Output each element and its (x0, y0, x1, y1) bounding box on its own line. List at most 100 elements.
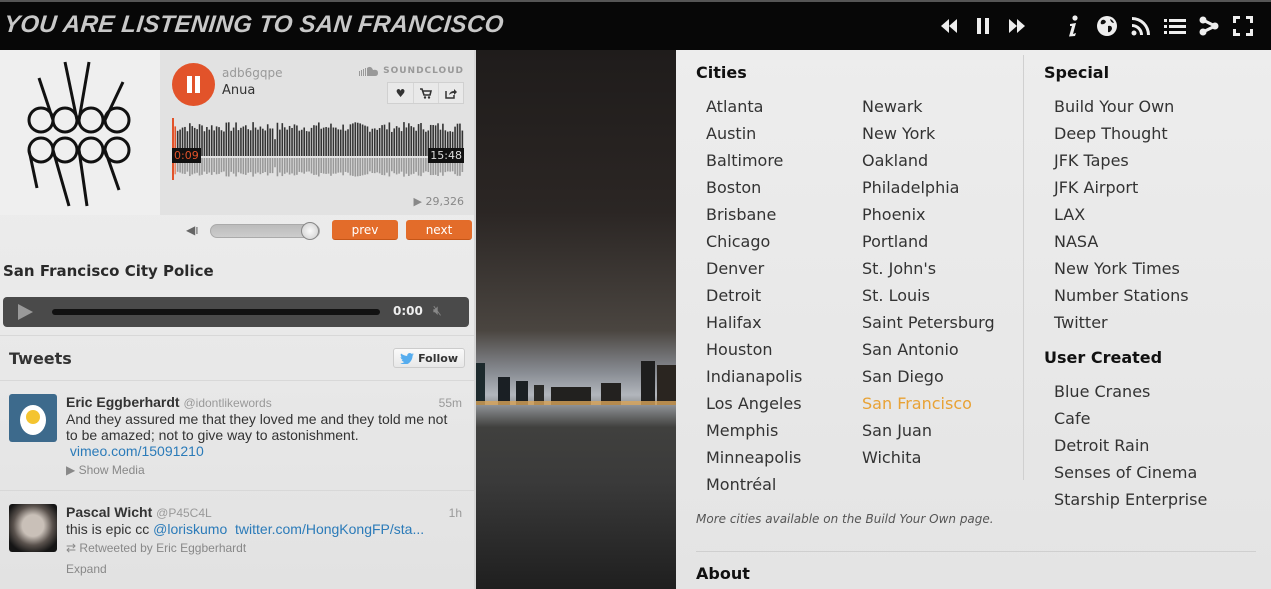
waveform-reflection-bar (386, 158, 388, 173)
info-icon[interactable] (1059, 12, 1087, 40)
special-item-deep-thought[interactable]: Deep Thought (1054, 120, 1189, 147)
special-item-build-your-own[interactable]: Build Your Own (1054, 93, 1189, 120)
waveform-reflection-bar (308, 158, 310, 172)
waveform-bar (313, 125, 315, 156)
city-item-brisbane[interactable]: Brisbane (706, 201, 802, 228)
waveform-reflection-bar (264, 158, 267, 173)
play-icon[interactable] (18, 304, 33, 320)
city-item-wichita[interactable]: Wichita (862, 444, 995, 471)
city-item-denver[interactable]: Denver (706, 255, 802, 282)
city-item-new-york[interactable]: New York (862, 120, 995, 147)
station-menu: Cities Atlanta Austin Baltimore Boston Brisb… (676, 50, 1271, 589)
soundcloud-pause-button[interactable] (172, 63, 215, 106)
waveform-reflection-bar (220, 158, 223, 173)
tweet-link[interactable]: vimeo.com/15091210 (70, 443, 204, 459)
city-item-memphis[interactable]: Memphis (706, 417, 802, 444)
waveform-reflection-bar (393, 158, 396, 174)
city-item-san-antonio[interactable]: San Antonio (862, 336, 995, 363)
user-created-item-senses-of-cinema[interactable]: Senses of Cinema (1054, 459, 1207, 486)
audio-progress-bar[interactable] (52, 309, 380, 315)
follow-button[interactable]: Follow (393, 348, 465, 368)
next-button[interactable]: next (406, 220, 472, 240)
city-item-austin[interactable]: Austin (706, 120, 802, 147)
user-created-item-blue-cranes[interactable]: Blue Cranes (1054, 378, 1207, 405)
like-button[interactable]: ♥ (388, 83, 413, 103)
share-track-button[interactable] (438, 83, 463, 103)
city-item-montr-al[interactable]: Montréal (706, 471, 802, 498)
waveform-bar (332, 127, 335, 156)
tweet-age[interactable]: 1h (449, 506, 462, 520)
tweet-author[interactable]: Pascal Wicht @P45C4L (66, 504, 212, 520)
fast-forward-icon[interactable] (1003, 12, 1031, 40)
waveform-bar (310, 127, 313, 156)
city-item-st-louis[interactable]: St. Louis (862, 282, 995, 309)
waveform-bar (417, 124, 420, 156)
waveform-bar (320, 128, 323, 156)
list-icon[interactable] (1161, 12, 1189, 40)
city-item-newark[interactable]: Newark (862, 93, 995, 120)
author-name: Pascal Wicht (66, 504, 153, 520)
city-item-san-diego[interactable]: San Diego (862, 363, 995, 390)
tweet-age[interactable]: 55m (439, 396, 462, 410)
waveform-reflection-bar (395, 158, 398, 175)
tweet: Pascal Wicht @P45C4L 1h this is epic cc … (0, 490, 474, 589)
twitter-bird-icon (400, 352, 415, 364)
track-title[interactable]: Anua (222, 83, 255, 98)
prev-button[interactable]: prev (332, 220, 398, 240)
globe-icon[interactable] (1093, 12, 1121, 40)
city-item-san-juan[interactable]: San Juan (862, 417, 995, 444)
mute-icon[interactable]: 🔇︎ (433, 303, 442, 319)
rewind-icon[interactable] (935, 12, 963, 40)
city-item-boston[interactable]: Boston (706, 174, 802, 201)
waveform-reflection-bar (318, 158, 320, 177)
avatar[interactable] (9, 394, 57, 442)
city-item-indianapolis[interactable]: Indianapolis (706, 363, 802, 390)
avatar[interactable] (9, 504, 57, 552)
special-item-nasa[interactable]: NASA (1054, 228, 1189, 255)
buy-button[interactable] (413, 83, 438, 103)
special-item-new-york-times[interactable]: New York Times (1054, 255, 1189, 282)
city-item-houston[interactable]: Houston (706, 336, 802, 363)
city-item-baltimore[interactable]: Baltimore (706, 147, 802, 174)
special-item-jfk-airport[interactable]: JFK Airport (1054, 174, 1189, 201)
volume-slider-knob[interactable] (301, 222, 319, 240)
waveform-scrubber[interactable]: 0:09 15:48 (172, 118, 464, 180)
city-item-phoenix[interactable]: Phoenix (862, 201, 995, 228)
waveform-reflection-bar (398, 158, 400, 174)
waveform-bar (359, 123, 361, 156)
soundcloud-logo[interactable]: SOUNDCLOUD (359, 66, 464, 76)
city-item-halifax[interactable]: Halifax (706, 309, 802, 336)
tweet-author[interactable]: Eric Eggberhardt @idontlikewords (66, 394, 272, 410)
city-item-detroit[interactable]: Detroit (706, 282, 802, 309)
rss-icon[interactable] (1127, 12, 1155, 40)
special-item-number-stations[interactable]: Number Stations (1054, 282, 1189, 309)
city-item-los-angeles[interactable]: Los Angeles (706, 390, 802, 417)
city-item-oakland[interactable]: Oakland (862, 147, 995, 174)
fullscreen-icon[interactable] (1229, 12, 1257, 40)
expand-button[interactable]: Expand (66, 562, 107, 576)
city-item-atlanta[interactable]: Atlanta (706, 93, 802, 120)
city-item-portland[interactable]: Portland (862, 228, 995, 255)
city-item-philadelphia[interactable]: Philadelphia (862, 174, 995, 201)
special-item-twitter[interactable]: Twitter (1054, 309, 1189, 336)
player-panel: adb6gqpe Anua SOUNDCLOUD ♥ 0:09 15:48 ▶ … (0, 50, 476, 589)
city-item-st-john-s[interactable]: St. John's (862, 255, 995, 282)
user-created-item-starship-enterprise[interactable]: Starship Enterprise (1054, 486, 1207, 513)
track-user[interactable]: adb6gqpe (222, 66, 282, 80)
volume-slider[interactable] (210, 222, 320, 240)
tweet-link[interactable]: twitter.com/HongKongFP/sta... (235, 521, 424, 537)
user-created-item-cafe[interactable]: Cafe (1054, 405, 1207, 432)
pause-icon[interactable] (969, 12, 997, 40)
user-created-item-detroit-rain[interactable]: Detroit Rain (1054, 432, 1207, 459)
waveform-reflection-bar (339, 158, 342, 173)
share-icon[interactable] (1195, 12, 1223, 40)
city-item-minneapolis[interactable]: Minneapolis (706, 444, 802, 471)
city-item-saint-petersburg[interactable]: Saint Petersburg (862, 309, 995, 336)
special-item-lax[interactable]: LAX (1054, 201, 1189, 228)
waveform-reflection-bar (373, 158, 376, 174)
special-item-jfk-tapes[interactable]: JFK Tapes (1054, 147, 1189, 174)
city-item-chicago[interactable]: Chicago (706, 228, 802, 255)
tweet-mention[interactable]: @loriskumo (153, 521, 227, 537)
show-media-button[interactable]: ▶︎ Show Media (66, 463, 145, 477)
city-item-san-francisco[interactable]: San Francisco (862, 390, 995, 417)
